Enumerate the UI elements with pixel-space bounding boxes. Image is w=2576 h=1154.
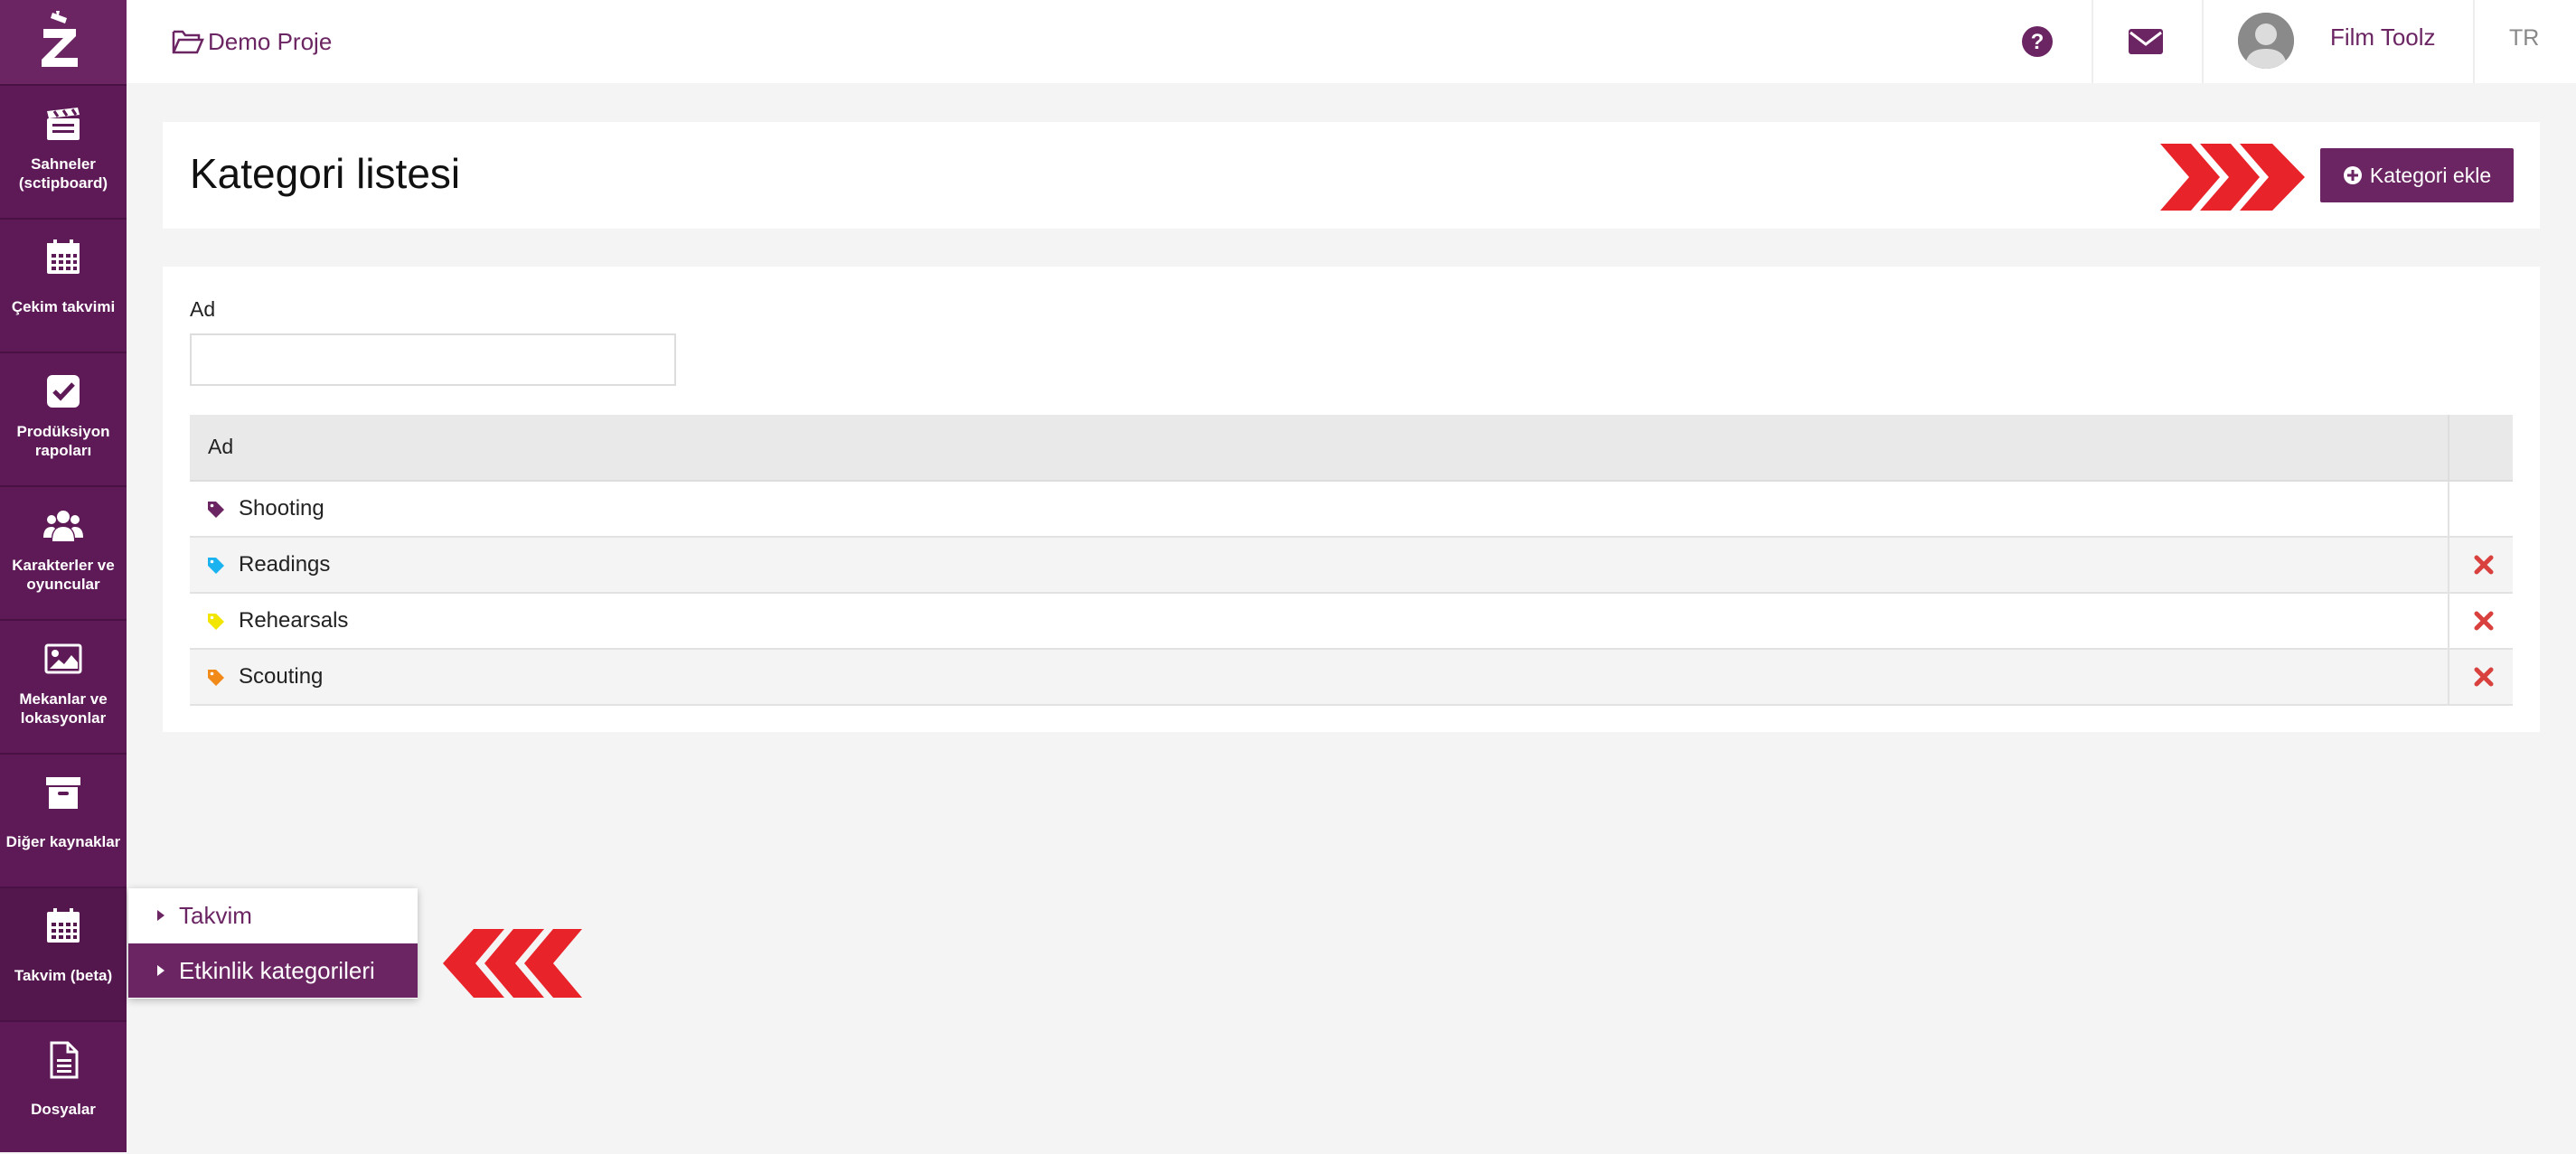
sidebar-item-label: Sahneler (sctipboard) xyxy=(18,155,108,192)
page-title: Kategori listesi xyxy=(190,150,461,197)
delete-icon[interactable] xyxy=(2473,610,2495,632)
category-name: Rehearsals xyxy=(239,608,349,633)
category-name: Scouting xyxy=(239,664,324,689)
archive-icon xyxy=(46,777,80,809)
divider xyxy=(2448,415,2449,480)
tag-icon xyxy=(208,558,224,574)
delete-icon[interactable] xyxy=(2473,666,2495,688)
language-switcher[interactable]: TR xyxy=(2509,25,2539,52)
divider xyxy=(2448,594,2449,650)
tag-icon xyxy=(208,502,224,518)
sidebar-item-label: Prodüksiyon rapoları xyxy=(16,423,110,459)
calendar-icon xyxy=(47,908,80,943)
table-row[interactable]: Readings xyxy=(190,538,2513,594)
tag-icon xyxy=(208,614,224,630)
name-filter-input[interactable] xyxy=(190,333,676,386)
image-icon xyxy=(44,643,82,674)
add-category-button[interactable]: Kategori ekle xyxy=(2320,148,2514,202)
folder-open-icon xyxy=(172,30,204,54)
sidebar-item-production-reports[interactable]: Prodüksiyon rapoları xyxy=(0,353,127,487)
divider xyxy=(2448,650,2449,706)
divider xyxy=(2448,538,2449,594)
filter-label: Ad xyxy=(190,297,216,321)
chevron-right-arrows-icon xyxy=(2160,144,2305,211)
submenu-item-label: Etkinlik kategorileri xyxy=(179,956,375,984)
table-row[interactable]: Rehearsals xyxy=(190,594,2513,650)
sidebar-item-label: Takvim (beta) xyxy=(14,967,113,984)
sidebar-item-calendar-beta[interactable]: Takvim (beta) xyxy=(0,888,127,1022)
caret-right-icon xyxy=(157,910,165,921)
sidebar-item-label: Karakterler ve oyuncular xyxy=(12,557,115,593)
sidebar-item-label: Çekim takvimi xyxy=(11,298,116,315)
submenu-item-calendar[interactable]: Takvim xyxy=(128,888,418,943)
table-row[interactable]: Shooting xyxy=(190,482,2513,538)
category-name: Shooting xyxy=(239,496,324,521)
top-bar: Demo Proje ? Film Toolz TR xyxy=(127,0,2576,83)
avatar[interactable] xyxy=(2238,13,2294,69)
help-icon[interactable]: ? xyxy=(2021,25,2054,58)
caret-right-icon xyxy=(157,965,165,976)
app-logo[interactable] xyxy=(0,0,127,86)
user-name[interactable]: Film Toolz xyxy=(2330,23,2436,52)
divider xyxy=(2202,0,2204,83)
sidebar-item-files[interactable]: Dosyalar xyxy=(0,1022,127,1154)
calendar-submenu: Takvim Etkinlik kategorileri xyxy=(128,888,418,999)
project-name: Demo Proje xyxy=(208,27,333,55)
divider xyxy=(2473,0,2475,83)
delete-icon[interactable] xyxy=(2473,554,2495,576)
submenu-item-label: Takvim xyxy=(179,901,252,929)
project-link[interactable]: Demo Proje xyxy=(172,23,332,60)
sidebar-item-label: Dosyalar xyxy=(31,1101,96,1118)
tag-icon xyxy=(208,670,224,686)
sidebar: Sahneler (sctipboard) Çekim takvimi Prod… xyxy=(0,0,127,1152)
page-header: Kategori listesi Kategori ekle xyxy=(163,122,2540,229)
category-table: Ad Shooting Readings Rehearsals Scouting xyxy=(190,415,2513,706)
clapperboard-icon xyxy=(47,108,80,140)
divider xyxy=(2092,0,2093,83)
category-name: Readings xyxy=(239,552,331,577)
sidebar-item-other-resources[interactable]: Diğer kaynaklar xyxy=(0,755,127,888)
users-icon xyxy=(43,511,83,541)
category-list-panel: Ad Ad Shooting Readings Rehearsals Scout… xyxy=(163,267,2540,732)
submenu-item-event-categories[interactable]: Etkinlik kategorileri xyxy=(128,943,418,998)
calendar-icon xyxy=(47,239,80,274)
plus-circle-icon xyxy=(2343,166,2362,184)
chevron-left-arrows-icon xyxy=(443,929,582,998)
add-category-label: Kategori ekle xyxy=(2369,163,2492,187)
column-header-name[interactable]: Ad xyxy=(208,435,233,459)
sidebar-item-locations[interactable]: Mekanlar ve lokasyonlar xyxy=(0,621,127,755)
sidebar-item-scenes[interactable]: Sahneler (sctipboard) xyxy=(0,86,127,220)
sidebar-item-label: Mekanlar ve lokasyonlar xyxy=(19,690,108,727)
sidebar-item-characters[interactable]: Karakterler ve oyuncular xyxy=(0,487,127,621)
svg-text:?: ? xyxy=(2031,30,2045,54)
checkbox-icon xyxy=(47,375,80,408)
logo-icon xyxy=(42,11,78,67)
table-header: Ad xyxy=(190,415,2513,482)
divider xyxy=(2448,482,2449,538)
sidebar-item-shooting-schedule[interactable]: Çekim takvimi xyxy=(0,220,127,353)
file-icon xyxy=(50,1041,79,1079)
sidebar-item-label: Diğer kaynaklar xyxy=(5,833,121,850)
envelope-icon[interactable] xyxy=(2128,27,2164,56)
table-row[interactable]: Scouting xyxy=(190,650,2513,706)
user-silhouette-icon xyxy=(2238,13,2294,69)
